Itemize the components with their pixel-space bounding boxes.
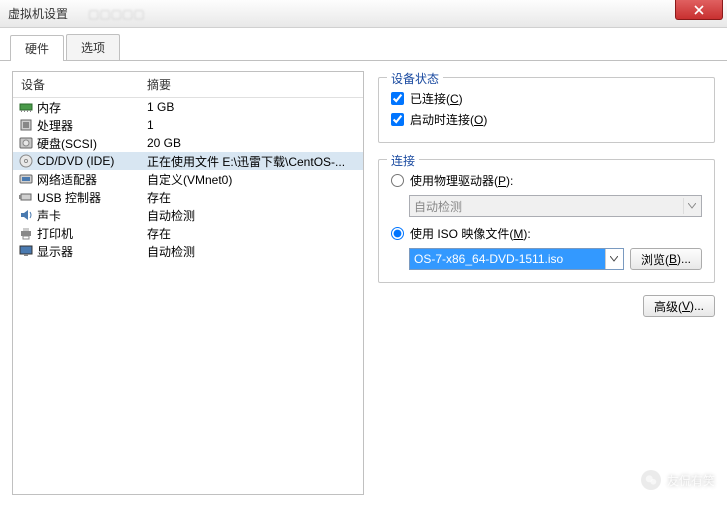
device-row[interactable]: CD/DVD (IDE)正在使用文件 E:\迅雷下载\CentOS-... [13, 152, 363, 170]
device-row[interactable]: 处理器1 [13, 116, 363, 134]
usb-icon [17, 189, 35, 205]
device-name: 打印机 [35, 225, 143, 242]
device-name: 处理器 [35, 117, 143, 134]
group-title-connection: 连接 [387, 152, 419, 169]
column-summary: 摘要 [143, 76, 363, 93]
connect-on-power-checkbox[interactable] [391, 113, 404, 126]
iso-path-combo[interactable]: OS-7-x86_64-DVD-1511.iso [409, 248, 624, 270]
iso-file-radio[interactable] [391, 227, 404, 240]
device-name: 声卡 [35, 207, 143, 224]
browse-button[interactable]: 浏览(B)... [630, 248, 702, 270]
device-name: CD/DVD (IDE) [35, 154, 143, 168]
connected-row: 已连接(C) [391, 88, 702, 109]
advanced-button[interactable]: 高级(V)... [643, 295, 715, 317]
group-title-status: 设备状态 [387, 70, 443, 87]
chevron-down-icon [683, 198, 699, 214]
device-summary: 自动检测 [143, 243, 359, 260]
connected-label[interactable]: 已连接(C) [410, 90, 463, 107]
iso-path-value: OS-7-x86_64-DVD-1511.iso [410, 249, 605, 269]
device-name: 显示器 [35, 243, 143, 260]
device-row[interactable]: 硬盘(SCSI)20 GB [13, 134, 363, 152]
device-row[interactable]: 声卡自动检测 [13, 206, 363, 224]
device-row[interactable]: 网络适配器自定义(VMnet0) [13, 170, 363, 188]
advanced-row: 高级(V)... [378, 295, 715, 317]
physical-drive-value: 自动检测 [414, 198, 462, 215]
close-icon [694, 5, 704, 15]
net-icon [17, 171, 35, 187]
device-row[interactable]: 内存1 GB [13, 98, 363, 116]
display-icon [17, 243, 35, 259]
device-name: 内存 [35, 99, 143, 116]
hdd-icon [17, 135, 35, 151]
device-name: 网络适配器 [35, 171, 143, 188]
column-device: 设备 [13, 76, 143, 93]
connection-group: 连接 使用物理驱动器(P): 自动检测 使用 ISO 映像文件(M): OS-7… [378, 159, 715, 283]
device-summary: 20 GB [143, 136, 359, 150]
list-header: 设备 摘要 [13, 72, 363, 98]
device-summary: 自动检测 [143, 207, 359, 224]
connect-on-power-row: 启动时连接(O) [391, 109, 702, 130]
device-summary: 自定义(VMnet0) [143, 171, 359, 188]
tab-options[interactable]: 选项 [66, 34, 120, 60]
physical-drive-label[interactable]: 使用物理驱动器(P): [410, 172, 513, 189]
tab-hardware[interactable]: 硬件 [10, 35, 64, 61]
memory-icon [17, 99, 35, 115]
window-title: 虚拟机设置 [8, 5, 68, 22]
chevron-down-icon [605, 249, 623, 269]
device-summary: 1 [143, 118, 359, 132]
settings-panel: 设备状态 已连接(C) 启动时连接(O) 连接 使用物理驱动器(P): 自动检测 [378, 71, 715, 495]
cd-icon [17, 153, 35, 169]
sound-icon [17, 207, 35, 223]
background-tab-blur: ▢▢▢▢▢ [88, 7, 145, 21]
device-name: 硬盘(SCSI) [35, 135, 143, 152]
device-summary: 存在 [143, 225, 359, 242]
physical-drive-row: 使用物理驱动器(P): [391, 170, 702, 191]
cpu-icon [17, 117, 35, 133]
watermark-text: 友侃有笑 [667, 472, 715, 489]
content-area: 设备 摘要 内存1 GB处理器1硬盘(SCSI)20 GBCD/DVD (IDE… [0, 61, 727, 505]
device-status-group: 设备状态 已连接(C) 启动时连接(O) [378, 77, 715, 143]
physical-drive-radio[interactable] [391, 174, 404, 187]
device-list-panel: 设备 摘要 内存1 GB处理器1硬盘(SCSI)20 GBCD/DVD (IDE… [12, 71, 364, 495]
close-button[interactable] [675, 0, 723, 20]
physical-drive-combo[interactable]: 自动检测 [409, 195, 702, 217]
connect-on-power-label[interactable]: 启动时连接(O) [410, 111, 487, 128]
connected-checkbox[interactable] [391, 92, 404, 105]
title-bar: 虚拟机设置 ▢▢▢▢▢ [0, 0, 727, 28]
device-summary: 正在使用文件 E:\迅雷下载\CentOS-... [143, 153, 359, 170]
iso-file-label[interactable]: 使用 ISO 映像文件(M): [410, 225, 531, 242]
watermark: 友侃有笑 [641, 470, 715, 490]
iso-file-row: 使用 ISO 映像文件(M): [391, 223, 702, 244]
device-row[interactable]: 显示器自动检测 [13, 242, 363, 260]
device-row[interactable]: USB 控制器存在 [13, 188, 363, 206]
device-summary: 1 GB [143, 100, 359, 114]
device-name: USB 控制器 [35, 189, 143, 206]
tab-bar: 硬件 选项 [0, 28, 727, 61]
device-list: 内存1 GB处理器1硬盘(SCSI)20 GBCD/DVD (IDE)正在使用文… [13, 98, 363, 494]
device-row[interactable]: 打印机存在 [13, 224, 363, 242]
printer-icon [17, 225, 35, 241]
device-summary: 存在 [143, 189, 359, 206]
wechat-icon [641, 470, 661, 490]
iso-input-row: OS-7-x86_64-DVD-1511.iso 浏览(B)... [409, 248, 702, 270]
